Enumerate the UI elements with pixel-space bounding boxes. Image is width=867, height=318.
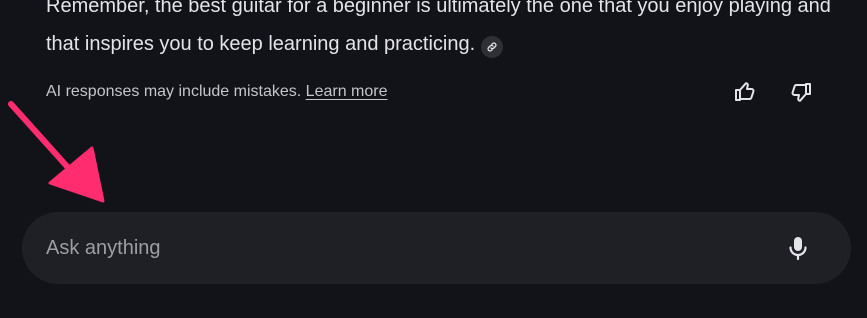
answer-text: Remember, the best guitar for a beginner… [46, 0, 836, 63]
thumbs-down-icon [791, 83, 811, 102]
microphone-icon [789, 237, 807, 261]
voice-input-button[interactable] [784, 234, 812, 262]
search-bar [22, 212, 851, 284]
ai-response-page: Remember, the best guitar for a beginner… [0, 0, 867, 318]
link-icon [487, 42, 497, 52]
search-input[interactable] [46, 212, 746, 284]
ai-disclaimer: AI responses may include mistakes. Learn… [46, 82, 388, 102]
thumbs-up-button[interactable] [731, 78, 759, 106]
answer-line-2: that inspires you to keep learning and p… [46, 25, 836, 63]
disclaimer-text: AI responses may include mistakes. [46, 83, 306, 100]
thumbs-up-icon [735, 82, 755, 101]
source-link-chip[interactable] [481, 36, 504, 58]
answer-line-2-text: that inspires you to keep learning and p… [46, 33, 476, 55]
learn-more-link[interactable]: Learn more [306, 83, 388, 100]
thumbs-down-button[interactable] [787, 78, 815, 106]
answer-line-1: Remember, the best guitar for a beginner… [46, 0, 831, 17]
